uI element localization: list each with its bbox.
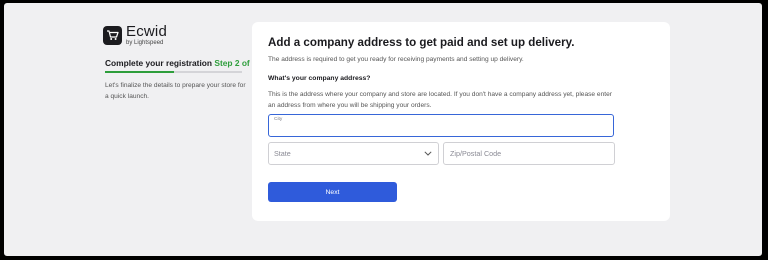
form-title: Add a company address to get paid and se… (268, 36, 575, 49)
brand-name: Ecwid (126, 23, 168, 40)
chevron-down-icon (423, 149, 433, 159)
progress-fill (105, 71, 174, 73)
address-form-card: Add a company address to get paid and se… (252, 22, 670, 221)
brand-tagline: by Lightspeed (126, 40, 164, 46)
zip-postal-input[interactable]: Zip/Postal Code (443, 142, 615, 165)
address-help-text: This is the address where your company a… (268, 91, 612, 109)
registration-heading: Complete your registration Step 2 of 4. (105, 58, 259, 68)
registration-progress-bar (105, 71, 242, 73)
cart-icon (103, 25, 122, 45)
state-placeholder: State (274, 149, 291, 158)
page-background: Ecwid by Lightspeed Complete your regist… (4, 3, 762, 256)
form-subtitle: The address is required to get you ready… (268, 56, 524, 63)
city-label: City (274, 117, 283, 122)
city-input[interactable]: City (268, 114, 614, 137)
registration-note: Let's finalize the details to prepare yo… (105, 82, 246, 100)
address-question: What's your company address? (268, 75, 371, 82)
brand-logo: Ecwid by Lightspeed (103, 23, 167, 47)
next-button[interactable]: Next (268, 182, 397, 202)
state-select[interactable]: State (268, 142, 439, 165)
zip-placeholder: Zip/Postal Code (450, 149, 502, 158)
registration-heading-text: Complete your registration (105, 58, 213, 68)
